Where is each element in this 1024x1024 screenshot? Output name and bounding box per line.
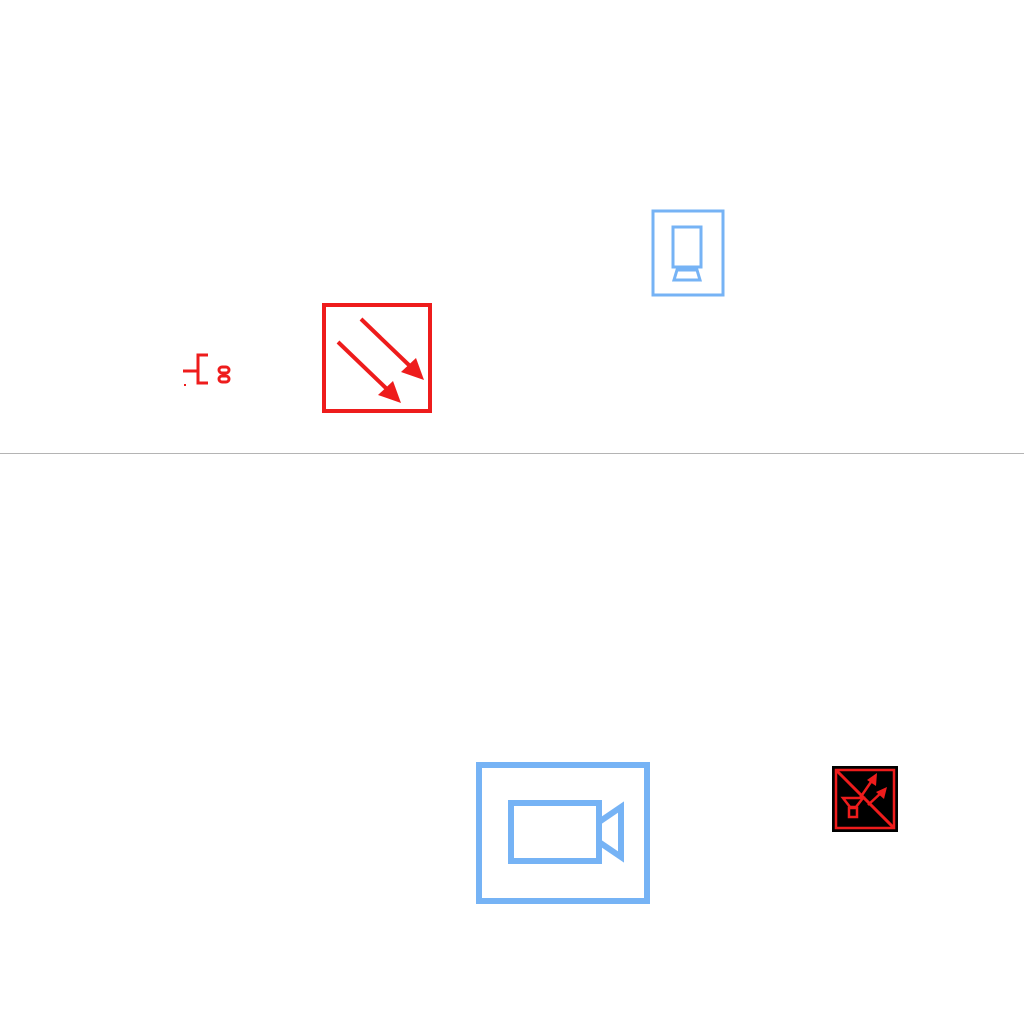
video-camera-icon: [476, 762, 650, 904]
diagonal-double-arrow-icon: [322, 303, 432, 413]
crossed-light-fixture-icon: [832, 766, 898, 832]
display-stand-icon: [651, 209, 725, 297]
feeder-branch-icon: [183, 353, 231, 386]
section-divider: [0, 453, 1024, 454]
